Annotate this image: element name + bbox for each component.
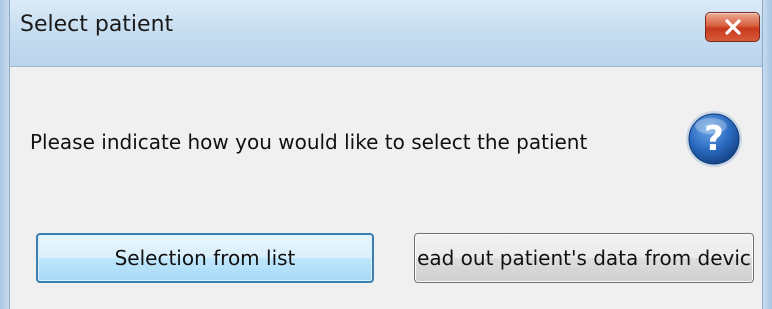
selection-from-list-button[interactable]: Selection from list bbox=[36, 233, 374, 283]
title-bar[interactable]: Select patient bbox=[0, 0, 772, 67]
svg-text:?: ? bbox=[704, 119, 724, 159]
prompt-message: Please indicate how you would like to se… bbox=[30, 130, 588, 154]
close-button[interactable] bbox=[705, 12, 760, 42]
window-frame-right bbox=[762, 0, 772, 309]
read-from-device-label: ead out patient's data from devic bbox=[417, 246, 751, 270]
dialog-title: Select patient bbox=[20, 12, 174, 37]
dialog-content: Please indicate how you would like to se… bbox=[10, 67, 762, 309]
selection-from-list-label: Selection from list bbox=[114, 246, 296, 270]
select-patient-dialog: Select patient Please indicate how you w… bbox=[0, 0, 772, 309]
read-from-device-button[interactable]: ead out patient's data from devic bbox=[414, 233, 754, 283]
question-mark-icon: ? bbox=[686, 111, 742, 167]
close-x-icon bbox=[724, 19, 741, 35]
window-frame-left bbox=[0, 0, 10, 309]
